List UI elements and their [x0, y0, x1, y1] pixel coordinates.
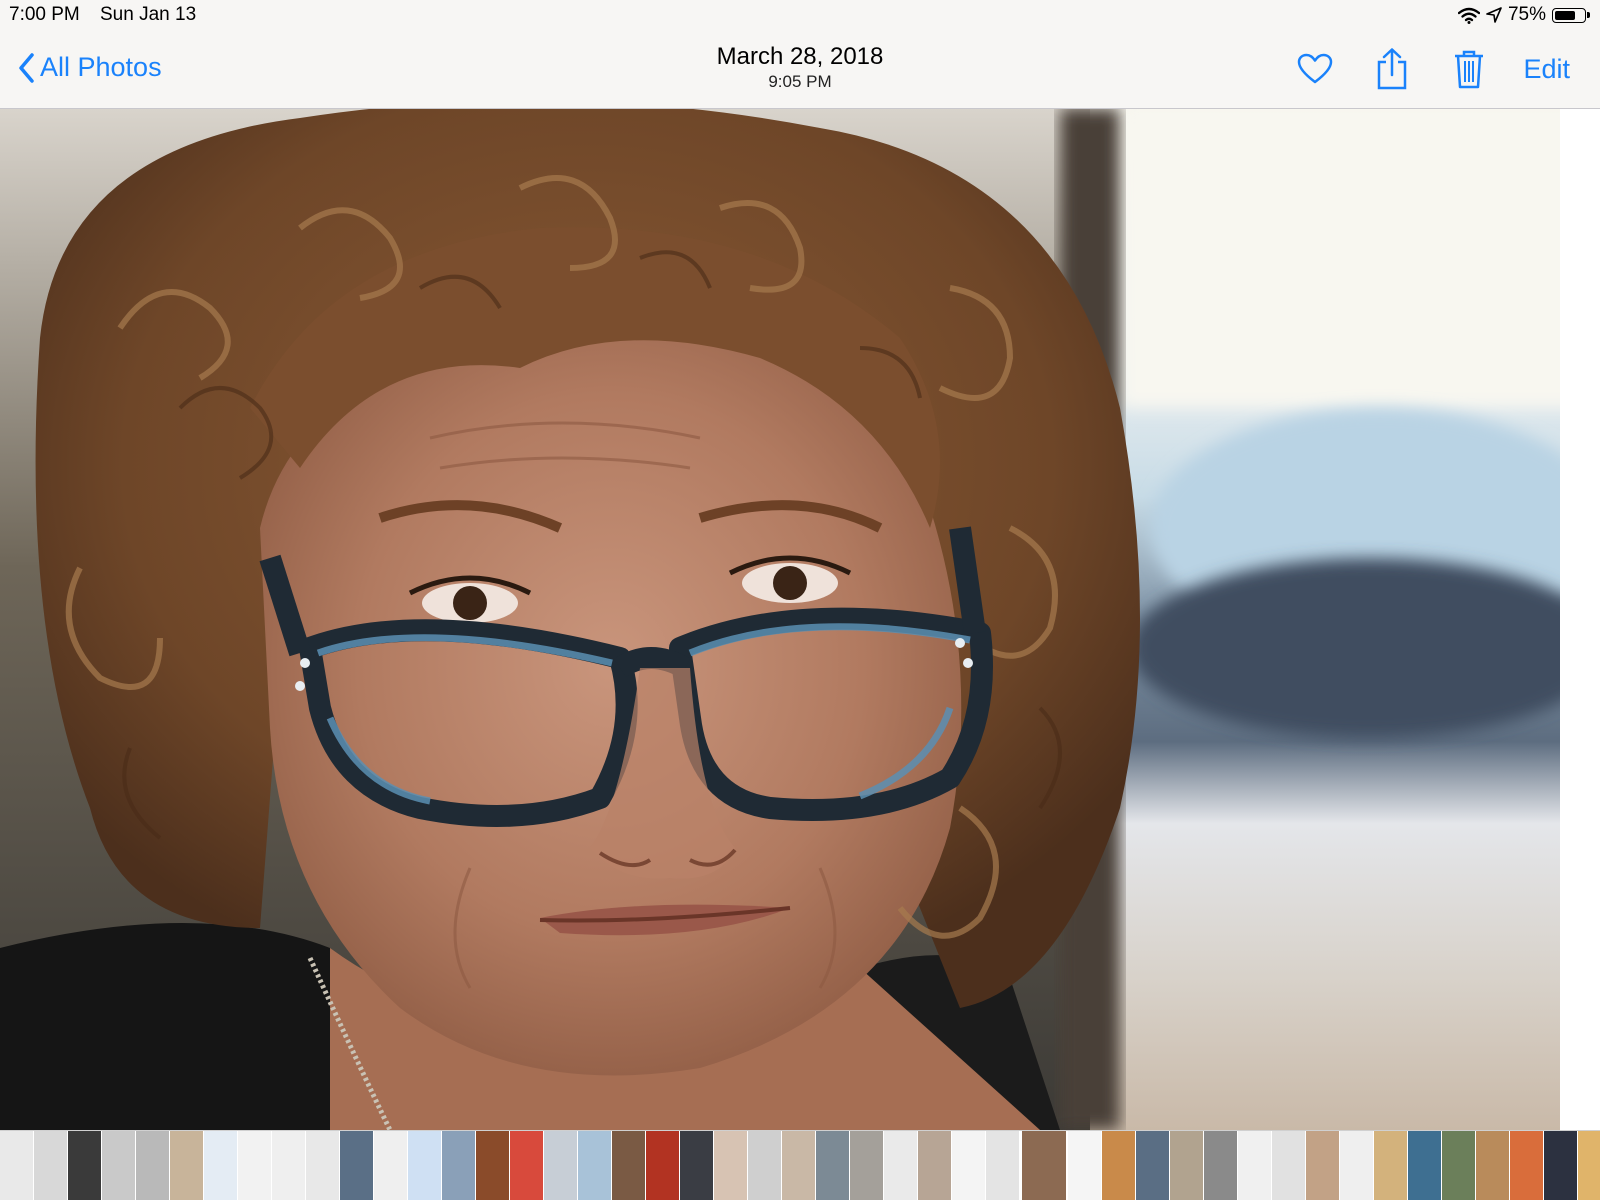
delete-button[interactable] — [1447, 47, 1491, 91]
thumbnail[interactable] — [1068, 1131, 1102, 1200]
battery-icon — [1552, 7, 1590, 23]
thumbnail[interactable] — [986, 1131, 1020, 1200]
photo-viewer[interactable] — [0, 108, 1600, 1130]
thumbnail[interactable] — [952, 1131, 986, 1200]
thumbnail[interactable] — [0, 1131, 34, 1200]
thumbnail[interactable] — [1136, 1131, 1170, 1200]
thumbnail[interactable] — [1578, 1131, 1600, 1200]
thumbnail[interactable] — [68, 1131, 102, 1200]
nav-actions: Edit — [1260, 47, 1570, 91]
thumbnail-scrubber[interactable] — [0, 1130, 1600, 1200]
thumbnail[interactable] — [1204, 1131, 1238, 1200]
thumbnail[interactable] — [544, 1131, 578, 1200]
thumbnail[interactable] — [1544, 1131, 1578, 1200]
thumbnail[interactable] — [340, 1131, 374, 1200]
thumbnail[interactable] — [884, 1131, 918, 1200]
edit-button[interactable]: Edit — [1523, 54, 1570, 85]
trash-icon — [1455, 50, 1484, 89]
thumbnail[interactable] — [1340, 1131, 1374, 1200]
status-time: 7:00 PM — [9, 4, 80, 25]
thumbnail[interactable] — [238, 1131, 272, 1200]
thumbnail[interactable] — [1170, 1131, 1204, 1200]
thumbnail[interactable] — [102, 1131, 136, 1200]
thumbnail[interactable] — [748, 1131, 782, 1200]
thumbnail[interactable] — [408, 1131, 442, 1200]
heart-icon — [1298, 53, 1333, 84]
thumbnail[interactable] — [272, 1131, 306, 1200]
thumbnail[interactable] — [1476, 1131, 1510, 1200]
thumbnail[interactable] — [442, 1131, 476, 1200]
thumbnail[interactable] — [1306, 1131, 1340, 1200]
status-bar: 7:00 PM Sun Jan 13 75% — [0, 0, 1600, 30]
share-icon — [1378, 48, 1407, 90]
thumbnail[interactable] — [1442, 1131, 1476, 1200]
thumbnail[interactable] — [476, 1131, 510, 1200]
thumbnail[interactable] — [170, 1131, 204, 1200]
thumbnail[interactable] — [1102, 1131, 1136, 1200]
battery-percentage: 75% — [1507, 4, 1546, 25]
favorite-button[interactable] — [1293, 47, 1337, 91]
share-button[interactable] — [1370, 47, 1414, 91]
thumbnail[interactable] — [850, 1131, 884, 1200]
location-arrow-icon — [1486, 7, 1502, 23]
thumbnail[interactable] — [680, 1131, 714, 1200]
thumbnail[interactable] — [1408, 1131, 1442, 1200]
thumbnail[interactable] — [1374, 1131, 1408, 1200]
thumbnail[interactable] — [204, 1131, 238, 1200]
status-indicators: 75% — [1457, 4, 1590, 26]
thumbnail[interactable] — [136, 1131, 170, 1200]
portrait-photo — [0, 108, 1600, 1130]
wifi-icon — [1457, 7, 1480, 24]
thumbnail[interactable] — [612, 1131, 646, 1200]
thumbnail[interactable] — [646, 1131, 680, 1200]
thumbnail[interactable] — [714, 1131, 748, 1200]
battery-level — [1555, 10, 1575, 20]
thumbnail[interactable] — [782, 1131, 816, 1200]
thumbnail[interactable] — [1238, 1131, 1272, 1200]
thumbnail[interactable] — [306, 1131, 340, 1200]
thumbnail[interactable] — [918, 1131, 952, 1200]
thumbnail-current[interactable] — [1020, 1131, 1068, 1200]
status-date: Sun Jan 13 — [100, 4, 197, 25]
thumbnail[interactable] — [34, 1131, 68, 1200]
thumbnail[interactable] — [1272, 1131, 1306, 1200]
thumbnail[interactable] — [816, 1131, 850, 1200]
thumbnail[interactable] — [510, 1131, 544, 1200]
thumbnail[interactable] — [1510, 1131, 1544, 1200]
thumbnail[interactable] — [374, 1131, 408, 1200]
thumbnail[interactable] — [578, 1131, 612, 1200]
photos-app-screen: All Photos March 28, 2018 9:05 PM Edit 7… — [0, 0, 1600, 1200]
